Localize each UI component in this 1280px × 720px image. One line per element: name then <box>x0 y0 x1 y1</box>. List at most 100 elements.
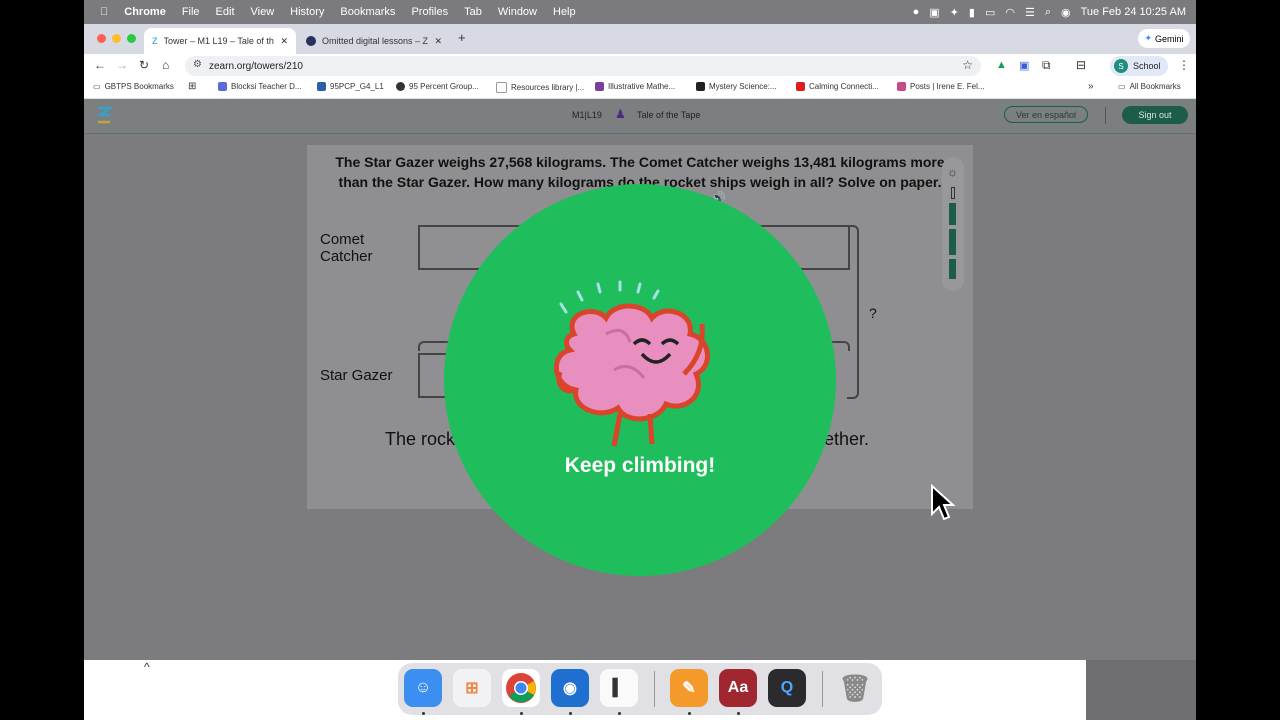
bookmark-star-icon[interactable]: ☆ <box>962 58 973 72</box>
address-bar[interactable]: ⚙ zearn.org/towers/210 ☆ <box>185 56 981 76</box>
lesson-code: M1|L19 <box>572 110 602 120</box>
signout-button[interactable]: Sign out <box>1122 106 1188 124</box>
battery-icon[interactable]: ▭ <box>985 6 995 19</box>
extension-check-icon[interactable]: ▣ <box>1019 59 1029 72</box>
menu-edit[interactable]: Edit <box>216 6 235 18</box>
total-brace <box>847 225 859 399</box>
question-mark: ? <box>869 305 877 321</box>
menu-file[interactable]: File <box>182 6 200 18</box>
header-divider <box>1105 107 1106 124</box>
control-center-icon[interactable]: ☰ <box>1025 6 1035 19</box>
dictionary-icon[interactable]: Aa <box>719 669 757 707</box>
extensions-puzzle-icon[interactable]: ⧉ <box>1042 58 1051 73</box>
lesson-title: Tale of the Tape <box>637 110 701 120</box>
menu-history[interactable]: History <box>290 6 324 18</box>
minimize-window-button[interactable] <box>112 34 121 43</box>
bookmark-95pcp[interactable]: 95PCP_G4_L1 <box>317 82 384 91</box>
finder-icon[interactable]: ☺ <box>404 669 442 707</box>
profile-avatar: S <box>1114 59 1128 73</box>
reload-icon[interactable]: ↻ <box>139 58 149 72</box>
folder-icon: ▭ <box>1118 82 1126 91</box>
profile-chip[interactable]: S School <box>1110 56 1168 76</box>
more-bookmarks-icon[interactable]: » <box>1088 81 1094 92</box>
screenshot-icon[interactable]: ▣ <box>929 6 939 19</box>
answer-end: ether. <box>824 429 870 449</box>
running-indicator <box>618 712 621 715</box>
menu-profiles[interactable]: Profiles <box>411 6 448 18</box>
all-bookmarks-label: All Bookmarks <box>1129 82 1181 91</box>
mystery-science-favicon-icon <box>696 82 705 91</box>
record-icon[interactable]: ● <box>913 6 920 18</box>
menu-view[interactable]: View <box>251 6 275 18</box>
screencast-icon[interactable]: ▍ <box>600 669 638 707</box>
all-bookmarks-folder[interactable]: ▭ All Bookmarks <box>1118 82 1181 91</box>
chrome-icon[interactable] <box>502 669 540 707</box>
running-indicator <box>688 712 691 715</box>
bookmark-folder-gbtps[interactable]: ▭ GBTPS Bookmarks <box>93 82 174 91</box>
user-icon[interactable]: ◉ <box>1061 6 1071 19</box>
back-arrow-icon[interactable]: ← <box>94 58 106 72</box>
bookmark-label: 95 Percent Group... <box>409 82 479 91</box>
running-indicator <box>520 712 523 715</box>
mouse-cursor-icon <box>931 484 956 521</box>
bookmark-label: Mystery Science:... <box>709 82 777 91</box>
pages-icon[interactable]: ✎ <box>670 669 708 707</box>
celebration-overlay <box>444 184 836 576</box>
vision-app-icon[interactable]: ◉ <box>551 669 589 707</box>
menu-window[interactable]: Window <box>498 6 537 18</box>
bookmark-label: GBTPS Bookmarks <box>104 82 174 91</box>
dictionary-glyph: Aa <box>727 679 749 696</box>
bookmark-illustrative[interactable]: Illustrative Mathe... <box>595 82 675 91</box>
close-tab-icon[interactable]: ✕ <box>280 36 288 47</box>
google-drive-icon[interactable]: ▲ <box>996 59 1007 71</box>
dock-divider <box>654 671 655 707</box>
more-menu-icon[interactable]: ⋮ <box>1178 58 1190 72</box>
macos-dock: ☺ ⊞ ◉ ▍ ✎ Aa Q 🗑 <box>398 663 882 715</box>
tab-title: Omitted digital lessons – Zea <box>322 36 429 46</box>
tower-block-2 <box>949 229 956 255</box>
zoom-window-button[interactable] <box>127 34 136 43</box>
tower-block-1 <box>949 203 956 225</box>
tab-tower[interactable]: Z Tower – M1 L19 – Tale of the ✕ <box>144 28 296 54</box>
apple-menu-icon[interactable]:  <box>100 6 108 18</box>
bookmark-blocksi[interactable]: Blocksi Teacher D... <box>218 82 302 91</box>
stats-icon[interactable]: ▮ <box>969 6 975 19</box>
menu-chrome[interactable]: Chrome <box>124 6 166 18</box>
bookmark-mystery-science[interactable]: Mystery Science:... <box>696 82 777 91</box>
spanish-button[interactable]: Ver en español <box>1004 106 1088 123</box>
dock-divider <box>822 671 823 707</box>
bookmark-calming[interactable]: Calming Connecti... <box>796 82 879 91</box>
chevron-up-icon[interactable]: ^ <box>144 660 150 674</box>
wifi-icon[interactable]: ◠ <box>1005 6 1015 19</box>
bookmark-label: Blocksi Teacher D... <box>231 82 302 91</box>
menu-clock[interactable]: Tue Feb 24 10:25 AM <box>1081 6 1186 18</box>
menu-help[interactable]: Help <box>553 6 576 18</box>
bookmark-resources[interactable]: Resources library |... <box>496 82 584 93</box>
launchpad-icon[interactable]: ⊞ <box>453 669 491 707</box>
gemini-button[interactable]: ✦ Gemini <box>1138 29 1190 48</box>
label-star-gazer: Star Gazer <box>320 367 393 384</box>
spotlight-icon[interactable]: ⌕ <box>1045 6 1051 19</box>
tab-omitted-lessons[interactable]: Omitted digital lessons – Zea ✕ <box>298 28 450 54</box>
gemini-label: Gemini <box>1155 33 1184 44</box>
close-tab-icon[interactable]: ✕ <box>434 36 442 47</box>
bookmark-95-percent[interactable]: 95 Percent Group... <box>396 82 479 91</box>
site-info-icon[interactable]: ⚙ <box>193 59 202 70</box>
new-tab-button[interactable]: + <box>458 30 466 45</box>
forward-arrow-icon[interactable]: → <box>116 58 128 72</box>
zearn-logo-icon[interactable] <box>96 105 114 125</box>
menu-bookmarks[interactable]: Bookmarks <box>340 6 395 18</box>
close-window-button[interactable] <box>97 34 106 43</box>
bookmark-label: Posts | Irene E. Fel... <box>910 82 985 91</box>
sparkle-icon[interactable]: ✦ <box>950 6 959 19</box>
quicktime-icon[interactable]: Q <box>768 669 806 707</box>
tab-strip: Z Tower – M1 L19 – Tale of the ✕ Omitted… <box>84 24 1196 54</box>
95pcp-favicon-icon <box>317 82 326 91</box>
trash-icon[interactable]: 🗑 <box>836 669 874 707</box>
bookmark-label: Illustrative Mathe... <box>608 82 676 91</box>
apps-grid-icon[interactable]: ⊞ <box>188 81 196 92</box>
home-icon[interactable]: ⌂ <box>162 58 169 72</box>
bookmark-posts[interactable]: Posts | Irene E. Fel... <box>897 82 985 91</box>
tab-search-icon[interactable]: ⊟ <box>1076 58 1086 72</box>
menu-tab[interactable]: Tab <box>464 6 482 18</box>
